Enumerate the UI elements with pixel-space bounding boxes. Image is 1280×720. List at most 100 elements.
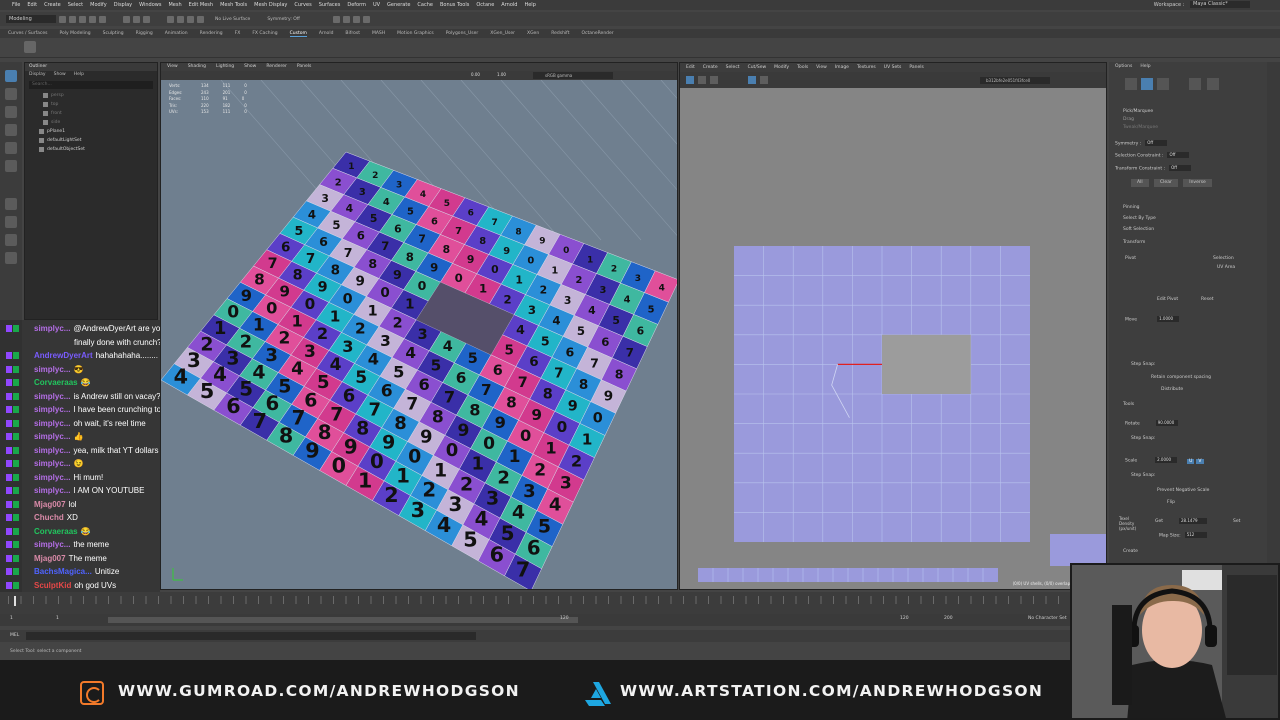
inverse-selection-button[interactable]: Inverse xyxy=(1183,179,1212,187)
exposure-field[interactable]: 0.00 xyxy=(471,72,480,77)
outliner-search-input[interactable]: Search... xyxy=(29,81,153,89)
rotate-value-field[interactable]: 90.0000 xyxy=(1155,420,1178,426)
select-arrow-icon[interactable] xyxy=(5,70,17,82)
reset-pivot-button[interactable]: Reset xyxy=(1201,296,1214,304)
paint-select-icon[interactable] xyxy=(5,106,17,118)
menu-help[interactable]: Help xyxy=(524,2,535,8)
snap-grid-icon[interactable] xyxy=(167,15,174,23)
outliner-menu-show[interactable]: Show xyxy=(54,71,66,79)
texel-set-button[interactable]: Set xyxy=(1233,518,1240,526)
snap-curve-icon[interactable] xyxy=(177,15,184,23)
shelf-tab-polygons-user[interactable]: Polygons_User xyxy=(446,31,479,36)
shelf-tab-motion-graphics[interactable]: Motion Graphics xyxy=(397,31,434,36)
menu-edit[interactable]: Edit xyxy=(27,2,37,8)
shelf-tab-xgen-user[interactable]: XGen_User xyxy=(490,31,515,36)
pick-marquee-option[interactable]: Pick/Marquee xyxy=(1123,108,1153,116)
menu-octane[interactable]: Octane xyxy=(476,2,494,8)
map-size-field[interactable]: 512 xyxy=(1184,532,1207,538)
texture-dropdown[interactable]: b312bfe2e051f43fce0 xyxy=(980,77,1050,84)
perspective-viewport[interactable]: View Shading Lighting Show Renderer Panels 0.… xyxy=(160,62,678,590)
rotate-tool-icon[interactable] xyxy=(5,142,17,154)
uv-menu-image[interactable]: Image xyxy=(835,63,849,72)
current-time-marker[interactable] xyxy=(14,596,16,606)
menu-mesh-tools[interactable]: Mesh Tools xyxy=(220,2,247,8)
workspace-dropdown[interactable]: Maya Classic* xyxy=(1190,1,1250,8)
shelf-tab-poly-modeling[interactable]: Poly Modeling xyxy=(60,31,91,36)
uv-menu-select[interactable]: Select xyxy=(726,63,740,72)
uv-snapshot-icon[interactable] xyxy=(760,76,768,84)
shelf-tab-animation[interactable]: Animation xyxy=(165,31,188,36)
workspace-selector[interactable]: Workspace : Maya Classic* xyxy=(1154,1,1250,8)
render-settings-icon[interactable] xyxy=(352,15,360,23)
shelf-tab-fx[interactable]: FX xyxy=(235,31,241,36)
render-icon[interactable] xyxy=(332,15,340,23)
shelf-tab-custom[interactable]: Custom xyxy=(289,31,307,37)
lasso-tool-icon[interactable] xyxy=(5,88,17,100)
character-set-dropdown[interactable]: No Character Set xyxy=(1028,616,1067,621)
toolkit-help-menu[interactable]: Help xyxy=(1140,62,1150,71)
mode-dropdown[interactable]: Modeling xyxy=(6,15,56,23)
menu-surfaces[interactable]: Surfaces xyxy=(319,2,341,8)
snap-surface-icon[interactable] xyxy=(197,15,204,23)
menu-bonus-tools[interactable]: Bonus Tools xyxy=(440,2,469,8)
gamma-field[interactable]: 1.00 xyxy=(497,72,506,77)
scale-value-field[interactable]: 2.0000 xyxy=(1155,457,1178,463)
custom-shelf-tool-icon[interactable] xyxy=(24,41,36,53)
outliner-layout-icon[interactable] xyxy=(5,252,17,264)
select-component-icon[interactable] xyxy=(143,15,150,23)
range-bar[interactable] xyxy=(108,617,578,623)
shelf-tab-rendering[interactable]: Rendering xyxy=(200,31,223,36)
open-scene-icon[interactable] xyxy=(69,15,76,23)
viewport-menu-view[interactable]: View xyxy=(167,63,178,71)
retain-spacing-checkbox[interactable]: Retain component spacing xyxy=(1151,374,1211,382)
uv-shell-small[interactable] xyxy=(1050,534,1107,566)
shelf-tab-xgen[interactable]: XGen xyxy=(527,31,539,36)
single-view-layout-icon[interactable] xyxy=(5,198,17,210)
scale-u-button[interactable]: U xyxy=(1187,458,1195,464)
uv-display-icon[interactable] xyxy=(686,76,694,84)
snap-point-icon[interactable] xyxy=(187,15,194,23)
uv-canvas[interactable] xyxy=(680,88,1107,590)
menu-edit-mesh[interactable]: Edit Mesh xyxy=(189,2,213,8)
edge-mode-icon[interactable] xyxy=(1141,78,1153,90)
menu-arnold[interactable]: Arnold xyxy=(501,2,517,8)
selection-constraint-dropdown[interactable]: Off xyxy=(1167,152,1190,158)
max-time-field[interactable]: 200 xyxy=(944,616,953,621)
uv-menu-cut-sew[interactable]: Cut/Sew xyxy=(748,63,767,72)
menu-deform[interactable]: Deform xyxy=(347,2,366,8)
shelf-tab-sculpting[interactable]: Sculpting xyxy=(103,31,124,36)
shelf-tab-redshift[interactable]: Redshift xyxy=(551,31,569,36)
scale-v-button[interactable]: V xyxy=(1196,458,1204,464)
menu-cache[interactable]: Cache xyxy=(417,2,433,8)
uv-shell-mode-icon[interactable] xyxy=(1207,78,1219,90)
shelf-tab-fx-caching[interactable]: FX Caching xyxy=(252,31,277,36)
edit-pivot-button[interactable]: Edit Pivot xyxy=(1157,296,1178,304)
drag-option[interactable]: Drag xyxy=(1123,116,1134,124)
outliner-item[interactable]: pPlane1 xyxy=(25,127,157,136)
section-soft-selection[interactable]: Soft Selection xyxy=(1123,226,1154,234)
section-create[interactable]: Create xyxy=(1123,548,1138,556)
save-scene-icon[interactable] xyxy=(79,15,86,23)
outliner-item[interactable]: top xyxy=(25,100,157,109)
scale-tool-icon[interactable] xyxy=(5,160,17,172)
transform-constraint-dropdown[interactable]: Off xyxy=(1169,165,1192,171)
side-attribute-tabs[interactable] xyxy=(1267,62,1280,592)
section-select-by-type[interactable]: Select By Type xyxy=(1123,215,1156,223)
undo-icon[interactable] xyxy=(89,15,96,23)
toolkit-options-menu[interactable]: Options xyxy=(1115,62,1132,71)
uv-menu-tools[interactable]: Tools xyxy=(797,63,808,72)
texel-density-field[interactable]: 28.1479 xyxy=(1179,518,1207,524)
color-space-dropdown[interactable]: sRGB gamma xyxy=(533,72,613,79)
uv-menu-uv-sets[interactable]: UV Sets xyxy=(884,63,902,72)
move-value-field[interactable]: 1.0000 xyxy=(1157,316,1180,322)
menu-generate[interactable]: Generate xyxy=(387,2,410,8)
viewport-menu-panels[interactable]: Panels xyxy=(297,63,311,71)
shelf-tab-octanerender[interactable]: OctaneRender xyxy=(581,31,613,36)
outliner-menu-help[interactable]: Help xyxy=(74,71,84,79)
outliner-menu-display[interactable]: Display xyxy=(29,71,46,79)
menu-mesh-display[interactable]: Mesh Display xyxy=(254,2,287,8)
uv-menu-edit[interactable]: Edit xyxy=(686,63,695,72)
shelf-tab-bifrost[interactable]: Bifrost xyxy=(345,31,360,36)
vertex-mode-icon[interactable] xyxy=(1125,78,1137,90)
section-tools[interactable]: Tools xyxy=(1123,401,1134,409)
